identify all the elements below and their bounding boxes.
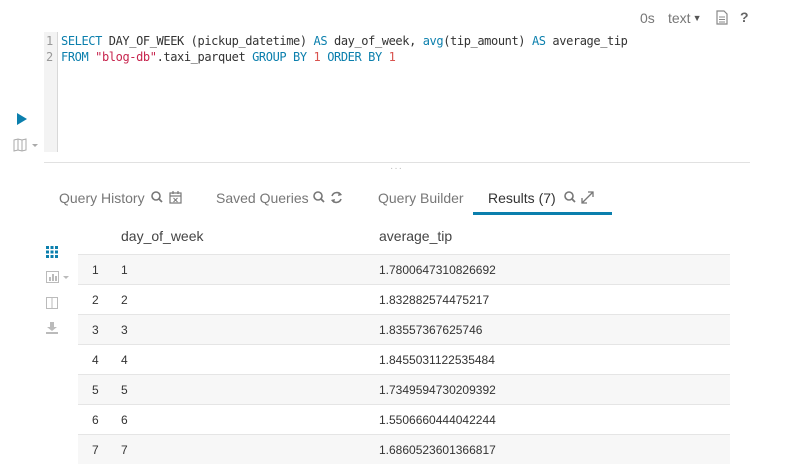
result-format-label: text	[668, 10, 691, 26]
line-number: 1	[46, 34, 54, 48]
sql-editor[interactable]: 1 2 SELECT DAY_OF_WEEK (pickup_datetime)…	[44, 32, 750, 152]
row-index: 2	[92, 293, 99, 307]
cell-average-tip: 1.6860523601366817	[379, 443, 496, 457]
table-row[interactable]: 4 4 1.8455031122535484	[78, 344, 730, 374]
calendar-clear-icon[interactable]	[169, 191, 182, 204]
results-icons	[564, 191, 594, 204]
execution-time: 0s	[640, 10, 655, 26]
sql-text: (tip_amount)	[443, 34, 532, 48]
cell-day-of-week: 5	[121, 383, 128, 397]
sql-text: day_of_week,	[327, 34, 423, 48]
search-icon[interactable]	[564, 191, 576, 203]
grid-view-icon[interactable]	[46, 246, 58, 258]
row-index: 7	[92, 443, 99, 457]
table-row[interactable]: 3 3 1.83557367625746	[78, 314, 730, 344]
row-index: 6	[92, 413, 99, 427]
sql-keyword: FROM	[61, 50, 89, 64]
table-row[interactable]: 2 2 1.832882574475217	[78, 284, 730, 314]
search-icon[interactable]	[151, 191, 163, 203]
column-header-average-tip[interactable]: average_tip	[379, 228, 452, 244]
row-index: 5	[92, 383, 99, 397]
columns-icon[interactable]	[46, 297, 58, 309]
result-format-dropdown[interactable]: text ▼	[668, 10, 702, 26]
resize-grip-icon[interactable]: ···	[390, 164, 403, 174]
chart-view-icon[interactable]	[46, 271, 72, 283]
cell-average-tip: 1.8455031122535484	[379, 353, 495, 367]
row-index: 3	[92, 323, 99, 337]
download-icon[interactable]	[46, 322, 58, 334]
tab-query-history[interactable]: Query History	[59, 190, 145, 206]
cell-day-of-week: 4	[121, 353, 128, 367]
table-header: day_of_week average_tip	[78, 222, 730, 254]
table-row[interactable]: 7 7 1.6860523601366817	[78, 434, 730, 464]
column-header-day-of-week[interactable]: day_of_week	[121, 228, 204, 244]
sql-keyword: GROUP BY	[252, 50, 307, 64]
active-tab-indicator	[473, 212, 612, 215]
sql-keyword: ORDER BY	[327, 50, 382, 64]
cell-day-of-week: 2	[121, 293, 128, 307]
row-index: 4	[92, 353, 99, 367]
tab-results[interactable]: Results (7)	[488, 190, 556, 206]
line-number: 2	[46, 50, 54, 64]
row-index: 1	[92, 263, 99, 277]
run-query-icon[interactable]	[16, 113, 28, 125]
saved-queries-icons	[313, 191, 342, 204]
cell-day-of-week: 3	[121, 323, 128, 337]
cell-average-tip: 1.7349594730209392	[379, 383, 496, 397]
table-row[interactable]: 6 6 1.5506660444042244	[78, 404, 730, 434]
cell-average-tip: 1.832882574475217	[379, 293, 490, 307]
refresh-icon[interactable]	[331, 191, 342, 204]
tab-query-builder[interactable]: Query Builder	[378, 190, 464, 206]
tab-saved-queries[interactable]: Saved Queries	[216, 190, 309, 206]
sql-text: average_tip	[545, 34, 628, 48]
expand-icon[interactable]	[581, 191, 594, 204]
cell-day-of-week: 1	[121, 263, 128, 277]
table-row[interactable]: 1 1 1.7800647310826692	[78, 254, 730, 284]
cell-day-of-week: 7	[121, 443, 128, 457]
sql-number: 1	[388, 50, 396, 64]
sql-string: "blog-db"	[95, 50, 157, 64]
results-table: day_of_week average_tip 1 1 1.7800647310…	[78, 222, 730, 464]
cell-average-tip: 1.5506660444042244	[379, 413, 496, 427]
map-icon[interactable]	[13, 138, 43, 152]
sql-keyword: AS	[313, 34, 328, 48]
document-icon[interactable]	[716, 10, 728, 25]
caret-down-icon: ▼	[692, 13, 702, 23]
code-line-1[interactable]: SELECT DAY_OF_WEEK (pickup_datetime) AS …	[61, 34, 628, 48]
search-icon[interactable]	[313, 191, 325, 203]
help-icon[interactable]: ?	[740, 9, 749, 25]
sql-keyword: SELECT	[61, 34, 102, 48]
line-gutter: 1 2	[44, 32, 58, 152]
cell-average-tip: 1.83557367625746	[379, 323, 483, 337]
table-row[interactable]: 5 5 1.7349594730209392	[78, 374, 730, 404]
code-line-2[interactable]: FROM "blog-db".taxi_parquet GROUP BY 1 O…	[61, 50, 396, 64]
cell-day-of-week: 6	[121, 413, 128, 427]
cell-average-tip: 1.7800647310826692	[379, 263, 496, 277]
sql-text: .taxi_parquet	[156, 50, 253, 64]
sql-function: avg	[422, 34, 444, 48]
editor-toolbar: 0s text ▼ ?	[0, 9, 800, 27]
query-history-icons	[151, 191, 182, 204]
sql-text: DAY_OF_WEEK (pickup_datetime)	[101, 34, 314, 48]
sql-keyword: AS	[531, 34, 546, 48]
